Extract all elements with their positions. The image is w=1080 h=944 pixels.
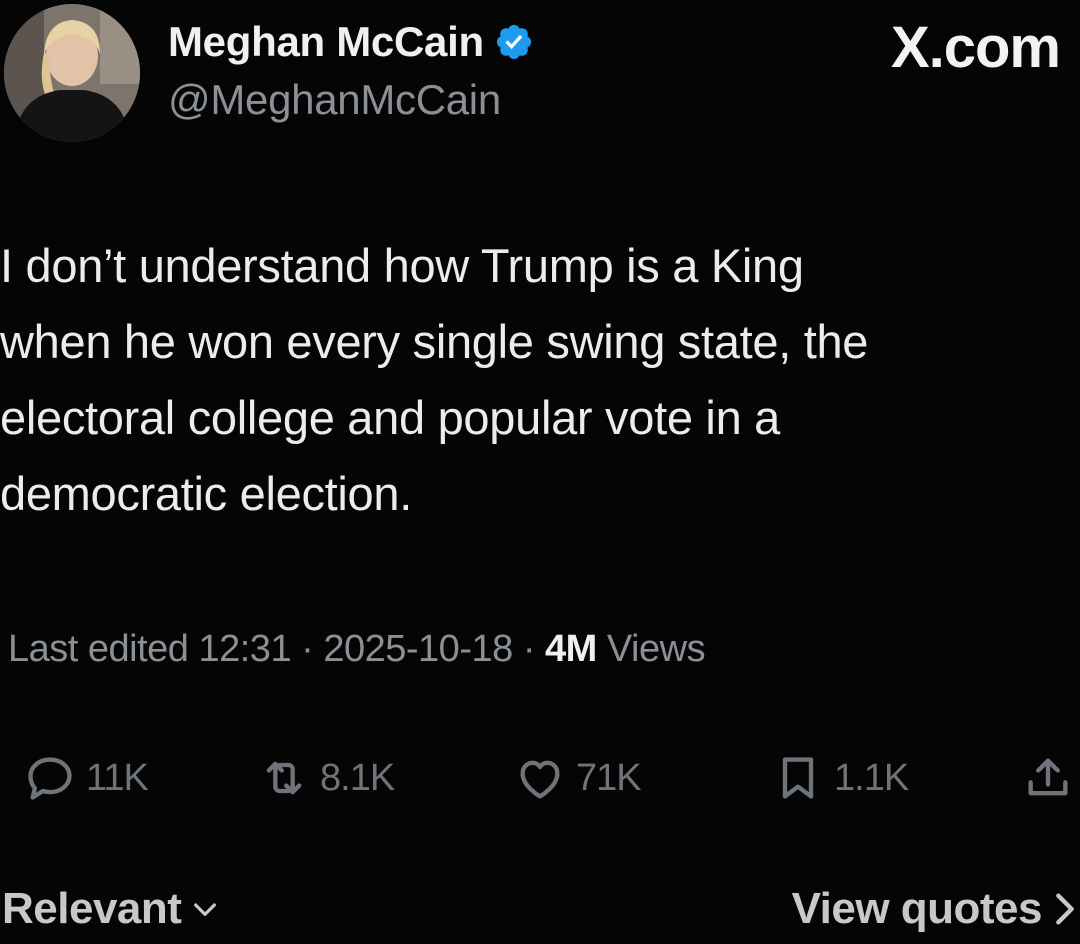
replies-footer: Relevant View quotes	[0, 880, 1080, 944]
bookmark-count: 1.1K	[834, 756, 909, 799]
tweet-time[interactable]: 12:31	[198, 628, 291, 670]
reply-sort-label: Relevant	[2, 884, 182, 933]
avatar[interactable]	[4, 4, 140, 142]
verified-badge-icon	[496, 24, 531, 60]
reply-sort-dropdown[interactable]: Relevant	[2, 884, 221, 934]
meta-separator: ·	[301, 628, 314, 670]
tweet-date[interactable]: 2025-10-18	[323, 628, 513, 670]
reply-count: 11K	[86, 756, 149, 799]
repost-button[interactable]: 8.1K	[258, 740, 395, 816]
brand-wordmark: X.com	[890, 15, 1061, 80]
share-icon	[1028, 758, 1068, 796]
chevron-down-icon	[194, 903, 217, 916]
reply-icon	[28, 757, 72, 800]
view-quotes-link[interactable]: View quotes	[792, 884, 1080, 934]
author-handle[interactable]: @MeghanMcCain	[168, 76, 501, 124]
chevron-right-icon	[1056, 893, 1074, 925]
author-name-row: Meghan McCain	[168, 14, 534, 70]
repost-count: 8.1K	[320, 756, 395, 799]
profile-photo	[4, 4, 140, 142]
like-button[interactable]: 71K	[514, 740, 642, 816]
views-label: Views	[606, 628, 706, 670]
edited-prefix[interactable]: Last edited	[8, 628, 189, 670]
share-button[interactable]	[1022, 740, 1080, 816]
meta-separator: ·	[522, 628, 546, 670]
reply-button[interactable]: 11K	[24, 740, 149, 816]
bookmark-button[interactable]: 1.1K	[772, 740, 909, 816]
like-count: 71K	[576, 756, 642, 799]
tweet-actions-bar: 11K 8.1K 71K 1.1K	[0, 740, 1080, 820]
repost-icon	[266, 761, 302, 795]
view-quotes-label: View quotes	[791, 884, 1043, 933]
heart-icon	[520, 760, 560, 799]
tweet-text: I don’t understand how Trump is a King w…	[0, 239, 869, 520]
bookmark-icon	[782, 757, 814, 799]
views-count: 4M	[545, 628, 597, 670]
tweet-meta: Last edited 12:31 · 2025-10-18 · 4M View…	[8, 628, 706, 671]
author-display-name[interactable]: Meghan McCain	[168, 18, 484, 66]
